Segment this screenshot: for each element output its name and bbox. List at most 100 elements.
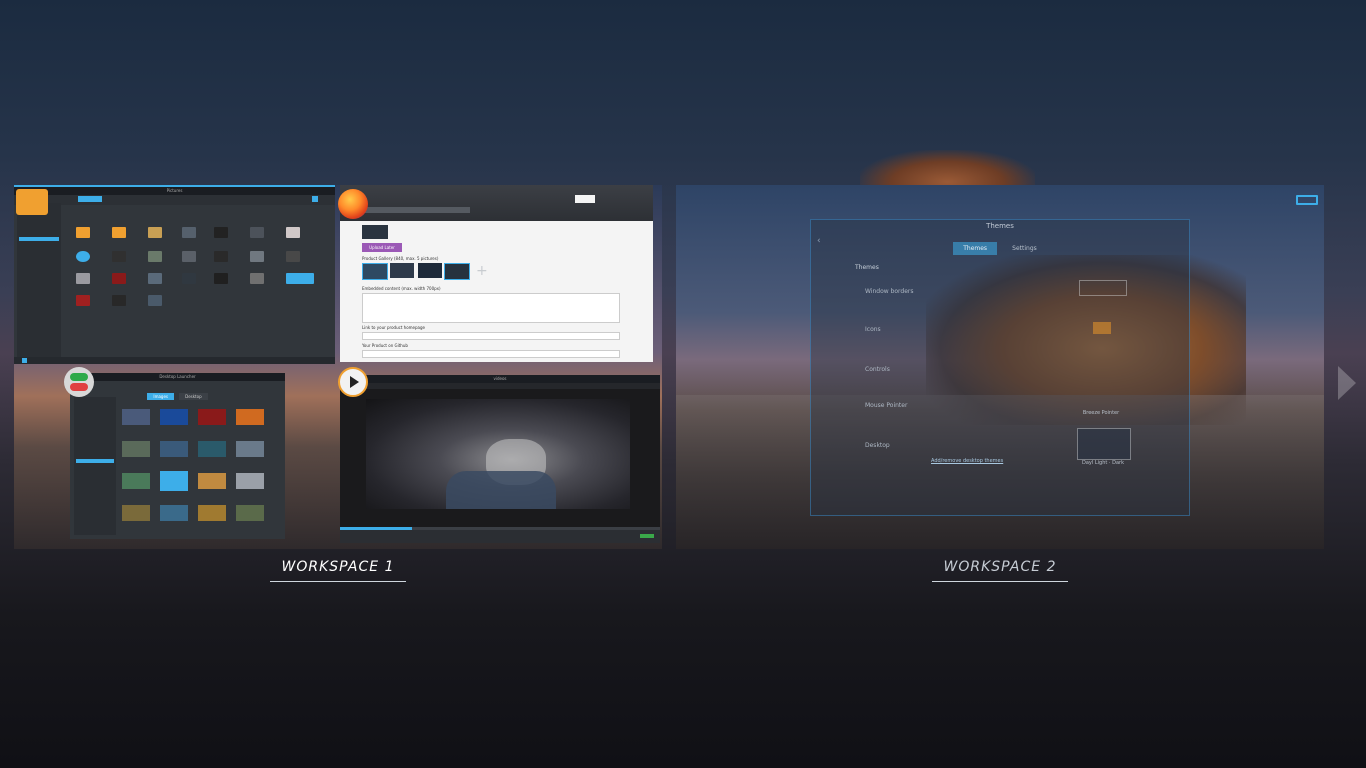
homepage-label: Link to your product homepage bbox=[362, 325, 426, 330]
folder-icon[interactable] bbox=[112, 227, 126, 238]
toggle-switch-icon[interactable] bbox=[64, 367, 94, 397]
folder-icon[interactable] bbox=[76, 227, 90, 238]
desktop-row[interactable]: Desktop bbox=[865, 442, 890, 449]
wallpaper-thumbnail[interactable] bbox=[236, 505, 264, 521]
image-thumbnail[interactable] bbox=[286, 251, 300, 262]
wallpaper-thumbnail[interactable] bbox=[122, 409, 150, 425]
media-player-title: videos bbox=[493, 376, 507, 381]
image-thumbnail[interactable] bbox=[148, 273, 162, 284]
icons-row[interactable]: Icons bbox=[865, 326, 881, 333]
file-manager-titlebar[interactable]: Pictures bbox=[14, 187, 335, 195]
image-thumbnail[interactable] bbox=[148, 251, 162, 262]
icon-theme-preview[interactable] bbox=[1093, 322, 1111, 334]
workspace-1-label[interactable]: WORKSPACE 1 bbox=[269, 559, 407, 582]
image-thumbnail[interactable] bbox=[112, 295, 126, 306]
image-thumbnail[interactable] bbox=[112, 251, 126, 262]
image-thumbnail[interactable] bbox=[112, 273, 126, 284]
image-thumbnail[interactable] bbox=[286, 227, 300, 238]
back-icon[interactable]: ‹ bbox=[817, 236, 821, 246]
window-borders-row[interactable]: Window borders bbox=[865, 288, 914, 295]
image-thumbnail[interactable] bbox=[214, 251, 228, 262]
files-view-button[interactable] bbox=[312, 196, 318, 202]
media-player-titlebar[interactable]: videos bbox=[340, 375, 660, 383]
wallpaper-thumbnail[interactable] bbox=[236, 473, 264, 489]
image-thumbnail[interactable] bbox=[250, 251, 264, 262]
image-thumbnail[interactable] bbox=[76, 295, 90, 306]
image-thumbnail[interactable] bbox=[250, 227, 264, 238]
image-thumbnail[interactable] bbox=[182, 273, 196, 284]
desktop-themes-link[interactable]: Add/remove desktop themes bbox=[931, 458, 1003, 464]
wallpaper-thumbnail[interactable] bbox=[198, 409, 226, 425]
browser-active-tab[interactable] bbox=[575, 195, 595, 203]
workspace-1-label-row: WORKSPACE 1 bbox=[14, 556, 662, 582]
play-icon[interactable] bbox=[338, 367, 368, 397]
file-icon[interactable] bbox=[148, 227, 162, 238]
browser-window[interactable]: Upload Later Product Gallery (840, max. … bbox=[340, 185, 653, 362]
wallpaper-thumbnail[interactable] bbox=[236, 441, 264, 457]
wallpaper-title: Desktop Launcher bbox=[159, 374, 196, 379]
folder-icon[interactable] bbox=[16, 189, 48, 215]
workspace-1-preview[interactable]: Pictures Upload Later Product Gallery (8… bbox=[14, 185, 662, 549]
browser-toolbar[interactable] bbox=[340, 185, 653, 221]
gallery-thumbnail[interactable] bbox=[362, 263, 388, 280]
gallery-thumbnail[interactable] bbox=[444, 263, 470, 280]
wallpaper-thumbnail-selected[interactable] bbox=[160, 471, 188, 491]
sidebar-selected-item[interactable] bbox=[19, 237, 59, 241]
github-input[interactable] bbox=[362, 350, 620, 358]
files-toolbar-active-button[interactable] bbox=[78, 196, 102, 202]
panel-button[interactable] bbox=[22, 358, 27, 363]
wallpaper-titlebar[interactable]: Desktop Launcher bbox=[70, 373, 285, 381]
files-grid[interactable] bbox=[64, 215, 332, 356]
workspace-2-preview[interactable]: Themes ‹ Themes Settings Themes Window b… bbox=[676, 185, 1324, 549]
homepage-input[interactable] bbox=[362, 332, 620, 340]
image-thumbnail[interactable] bbox=[182, 227, 196, 238]
window-border-preview[interactable] bbox=[1079, 280, 1127, 296]
themes-window[interactable]: Themes ‹ Themes Settings Themes Window b… bbox=[810, 219, 1190, 516]
wallpaper-thumbnail[interactable] bbox=[198, 441, 226, 457]
video-frame[interactable] bbox=[366, 399, 630, 509]
wallpaper-thumbnail[interactable] bbox=[236, 409, 264, 425]
image-thumbnail[interactable] bbox=[148, 295, 162, 306]
image-thumbnail[interactable] bbox=[214, 273, 228, 284]
wallpaper-thumbnail[interactable] bbox=[198, 505, 226, 521]
image-thumbnail[interactable] bbox=[214, 227, 228, 238]
wallpaper-thumbnail[interactable] bbox=[160, 409, 188, 425]
media-menubar[interactable] bbox=[340, 383, 660, 389]
desktop-theme-preview[interactable] bbox=[1077, 428, 1131, 460]
tab-settings[interactable]: Settings bbox=[1002, 242, 1047, 255]
tab-desktop[interactable]: Desktop bbox=[179, 393, 208, 400]
gallery-thumbnail[interactable] bbox=[390, 263, 414, 278]
image-thumbnail[interactable] bbox=[182, 251, 196, 262]
places-sidebar[interactable] bbox=[17, 203, 61, 358]
wallpaper-thumbnail[interactable] bbox=[160, 505, 188, 521]
upload-button[interactable]: Upload Later bbox=[362, 243, 402, 252]
url-bar[interactable] bbox=[360, 207, 470, 213]
media-player-window[interactable]: videos bbox=[340, 375, 660, 543]
wallpaper-thumbnail[interactable] bbox=[122, 505, 150, 521]
wallpaper-thumbnail[interactable] bbox=[122, 473, 150, 489]
volume-indicator[interactable] bbox=[640, 534, 654, 538]
embedded-content-textarea[interactable] bbox=[362, 293, 620, 323]
folder-tree-selected[interactable] bbox=[76, 459, 114, 463]
firefox-icon[interactable] bbox=[338, 189, 368, 219]
selected-file[interactable] bbox=[286, 273, 314, 284]
wallpaper-window[interactable]: Desktop Launcher Images Desktop bbox=[70, 373, 285, 539]
gallery-thumbnail[interactable] bbox=[418, 263, 442, 278]
mouse-pointer-row[interactable]: Mouse Pointer bbox=[865, 402, 907, 409]
workspace-2-label[interactable]: WORKSPACE 2 bbox=[931, 559, 1069, 582]
playback-controls[interactable] bbox=[340, 530, 660, 543]
image-thumbnail[interactable] bbox=[250, 273, 264, 284]
wallpaper-thumbnail[interactable] bbox=[122, 441, 150, 457]
image-thumbnail[interactable] bbox=[76, 273, 90, 284]
file-manager-window[interactable]: Pictures bbox=[14, 185, 335, 364]
wallpaper-thumbnail[interactable] bbox=[160, 441, 188, 457]
wallpaper-thumbnail[interactable] bbox=[198, 473, 226, 489]
tab-themes[interactable]: Themes bbox=[953, 242, 998, 255]
add-image-icon[interactable]: + bbox=[476, 264, 488, 278]
app-icon[interactable] bbox=[76, 251, 90, 262]
tab-images[interactable]: Images bbox=[147, 393, 175, 400]
file-manager-title: Pictures bbox=[166, 188, 183, 193]
controls-row[interactable]: Controls bbox=[865, 366, 890, 373]
chevron-right-icon[interactable] bbox=[1338, 366, 1356, 400]
folder-tree[interactable] bbox=[74, 397, 116, 535]
